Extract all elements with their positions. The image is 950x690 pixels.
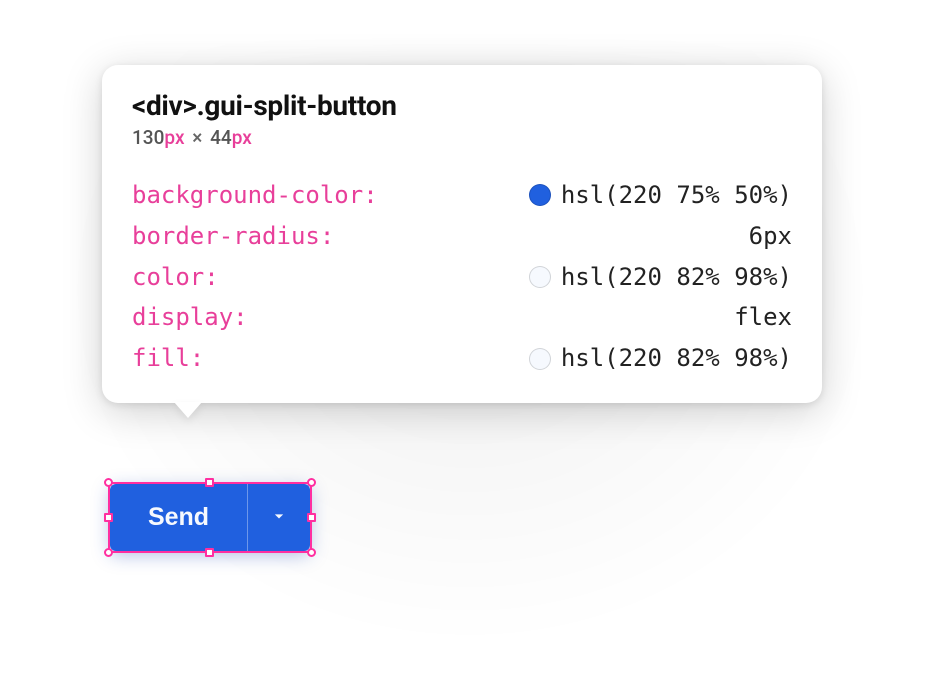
gui-split-button[interactable]: Send [110, 484, 310, 551]
color-swatch [529, 348, 551, 370]
css-property-row: border-radius 6px [132, 216, 792, 257]
element-dimensions: 130px × 44px [132, 126, 792, 149]
css-property-row: fill hsl(220 82% 98%) [132, 338, 792, 379]
color-swatch [529, 266, 551, 288]
css-property-name: border-radius [132, 216, 334, 257]
css-value-text: flex [734, 297, 792, 338]
dim-width: 130 [132, 126, 164, 149]
css-property-value: 6px [749, 216, 792, 257]
css-value-text: 6px [749, 216, 792, 257]
dim-unit: px [232, 126, 252, 149]
css-value-text: hsl(220 82% 98%) [561, 257, 792, 298]
css-value-text: hsl(220 82% 98%) [561, 338, 792, 379]
css-property-row: display flex [132, 297, 792, 338]
css-property-name: color [132, 257, 219, 298]
dropdown-toggle[interactable] [248, 484, 310, 551]
inspector-tooltip: <div>.gui-split-button 130px × 44px back… [102, 65, 822, 403]
css-property-list: background-colorhsl(220 75% 50%)border-r… [132, 175, 792, 379]
css-property-row: color hsl(220 82% 98%) [132, 257, 792, 298]
inspected-element: Send [110, 484, 310, 551]
css-property-name: fill [132, 338, 204, 379]
dim-height: 44 [210, 126, 232, 149]
css-property-value: hsl(220 82% 98%) [529, 257, 792, 298]
chevron-down-icon [269, 506, 289, 529]
css-property-value: flex [734, 297, 792, 338]
dim-unit: px [164, 126, 184, 149]
css-property-value: hsl(220 75% 50%) [529, 175, 792, 216]
css-property-row: background-color hsl(220 75% 50%) [132, 175, 792, 216]
times-glyph: × [192, 126, 202, 149]
css-property-value: hsl(220 82% 98%) [529, 338, 792, 379]
color-swatch [529, 184, 551, 206]
css-value-text: hsl(220 75% 50%) [561, 175, 792, 216]
css-property-name: display [132, 297, 248, 338]
css-property-name: background-color [132, 175, 378, 216]
send-button[interactable]: Send [110, 484, 247, 551]
selector-label: <div>.gui-split-button [132, 89, 792, 122]
